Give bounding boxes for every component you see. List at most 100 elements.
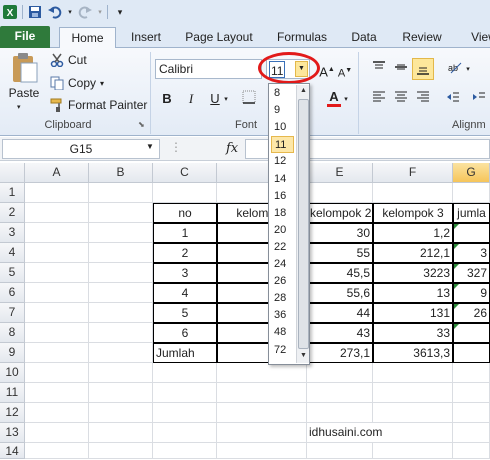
cell-b14[interactable] <box>89 443 153 459</box>
cell-f4[interactable]: 212,1 <box>373 243 453 263</box>
cell-e7[interactable]: 44 <box>307 303 373 323</box>
tab-view[interactable]: View <box>464 27 490 48</box>
font-size-option[interactable]: 36 <box>271 307 294 324</box>
underline-dropdown-icon[interactable]: ▾ <box>222 91 230 109</box>
cell-c5[interactable]: 3 <box>153 263 217 283</box>
scrollbar-thumb[interactable] <box>298 99 309 349</box>
cell-b4[interactable] <box>89 243 153 263</box>
cell-c1[interactable] <box>153 183 217 203</box>
cell-c8[interactable]: 6 <box>153 323 217 343</box>
cell-f11[interactable] <box>373 383 453 403</box>
font-size-option[interactable]: 22 <box>271 239 294 256</box>
copy-dropdown-icon[interactable]: ▾ <box>100 79 104 88</box>
tab-page-layout[interactable]: Page Layout <box>180 27 258 48</box>
redo-dropdown-icon[interactable]: ▾ <box>97 4 103 20</box>
cell-a6[interactable] <box>25 283 89 303</box>
tab-insert[interactable]: Insert <box>122 27 170 48</box>
cell-f5[interactable]: 3223 <box>373 263 453 283</box>
borders-button[interactable] <box>240 90 258 108</box>
tab-home[interactable]: Home <box>59 27 116 49</box>
cell-f8[interactable]: 33 <box>373 323 453 343</box>
cell-e11[interactable] <box>307 383 373 403</box>
cell-e10[interactable] <box>307 363 373 383</box>
cell-g12[interactable] <box>453 403 490 423</box>
font-name-input[interactable]: Calibri <box>155 59 262 79</box>
align-center-button[interactable] <box>392 90 410 108</box>
cell-c3[interactable]: 1 <box>153 223 217 243</box>
cell-a13[interactable] <box>25 423 89 443</box>
scroll-up-icon[interactable]: ▲ <box>298 85 309 97</box>
cell-f1[interactable] <box>373 183 453 203</box>
cell-a9[interactable] <box>25 343 89 363</box>
cut-button[interactable]: Cut <box>50 53 87 67</box>
cell-b11[interactable] <box>89 383 153 403</box>
cell-b8[interactable] <box>89 323 153 343</box>
tab-file[interactable]: File <box>0 26 50 48</box>
font-size-option[interactable]: 26 <box>271 273 294 290</box>
insert-function-button[interactable]: fx <box>226 141 238 156</box>
cell-g10[interactable] <box>453 363 490 383</box>
align-right-button[interactable] <box>414 90 432 108</box>
cell-c13[interactable] <box>153 423 217 443</box>
cell-g1[interactable] <box>453 183 490 203</box>
excel-icon[interactable]: X <box>2 4 18 20</box>
cell-b1[interactable] <box>89 183 153 203</box>
cell-b2[interactable] <box>89 203 153 223</box>
cell-c7[interactable]: 5 <box>153 303 217 323</box>
font-size-option[interactable]: 18 <box>271 205 294 222</box>
cell-d11[interactable] <box>217 383 307 403</box>
cell-a12[interactable] <box>25 403 89 423</box>
increase-indent-button[interactable] <box>470 90 488 108</box>
cell-f3[interactable]: 1,2 <box>373 223 453 243</box>
cell-e6[interactable]: 55,6 <box>307 283 373 303</box>
worksheet-grid[interactable]: A B C D E F G 1 2 3 4 5 6 7 8 9 10 11 12… <box>0 163 490 459</box>
font-size-option[interactable]: 28 <box>271 290 294 307</box>
cell-g13[interactable] <box>453 423 490 443</box>
paste-dropdown[interactable]: ▾ <box>17 103 21 111</box>
middle-align-button[interactable] <box>392 60 410 78</box>
cell-f2[interactable]: kelompok 3 <box>373 203 453 223</box>
cell-a10[interactable] <box>25 363 89 383</box>
cell-c12[interactable] <box>153 403 217 423</box>
cell-f7[interactable]: 131 <box>373 303 453 323</box>
cell-b7[interactable] <box>89 303 153 323</box>
align-left-button[interactable] <box>370 90 388 108</box>
cell-e3[interactable]: 30 <box>307 223 373 243</box>
font-color-dropdown-icon[interactable]: ▾ <box>342 91 350 109</box>
cell-b13[interactable] <box>89 423 153 443</box>
cell-e5[interactable]: 45,5 <box>307 263 373 283</box>
top-align-button[interactable] <box>370 60 388 78</box>
cell-f9[interactable]: 3613,3 <box>373 343 453 363</box>
save-icon[interactable] <box>27 4 43 20</box>
font-size-option[interactable]: 48 <box>271 324 294 341</box>
cell-f14[interactable] <box>373 443 453 459</box>
cell-f6[interactable]: 13 <box>373 283 453 303</box>
cell-c14[interactable] <box>153 443 217 459</box>
cell-c9[interactable]: Jumlah <box>153 343 217 363</box>
paste-button[interactable]: Paste <box>6 52 42 114</box>
cell-area[interactable]: no kelompok kelompok 2 kelompok 3 jumla 1 30 1,… <box>0 163 490 459</box>
font-size-option[interactable]: 72 <box>271 342 294 359</box>
cell-d14[interactable] <box>217 443 307 459</box>
clipboard-dialog-launcher[interactable]: ⬊ <box>138 120 145 129</box>
cell-b5[interactable] <box>89 263 153 283</box>
cell-e4[interactable]: 55 <box>307 243 373 263</box>
font-size-option[interactable]: 24 <box>271 256 294 273</box>
cell-g14[interactable] <box>453 443 490 459</box>
orientation-dropdown-icon[interactable]: ▾ <box>464 61 472 79</box>
cell-e2[interactable]: kelompok 2 <box>307 203 373 223</box>
cell-f13[interactable] <box>373 423 453 443</box>
cell-e12[interactable] <box>307 403 373 423</box>
cell-a14[interactable] <box>25 443 89 459</box>
cell-f12[interactable] <box>373 403 453 423</box>
bold-button[interactable]: B <box>158 90 176 108</box>
font-size-option[interactable]: 16 <box>271 188 294 205</box>
name-box-dropdown-icon[interactable]: ▼ <box>146 142 154 151</box>
tab-data[interactable]: Data <box>344 27 384 48</box>
tab-review[interactable]: Review <box>396 27 448 48</box>
cell-b10[interactable] <box>89 363 153 383</box>
cell-a8[interactable] <box>25 323 89 343</box>
font-size-dropdown-list[interactable]: 8 9 10 11 12 14 16 18 20 22 24 26 28 36 48 72 ▲ ▼ <box>268 83 310 365</box>
tab-formulas[interactable]: Formulas <box>270 27 334 48</box>
cell-b3[interactable] <box>89 223 153 243</box>
